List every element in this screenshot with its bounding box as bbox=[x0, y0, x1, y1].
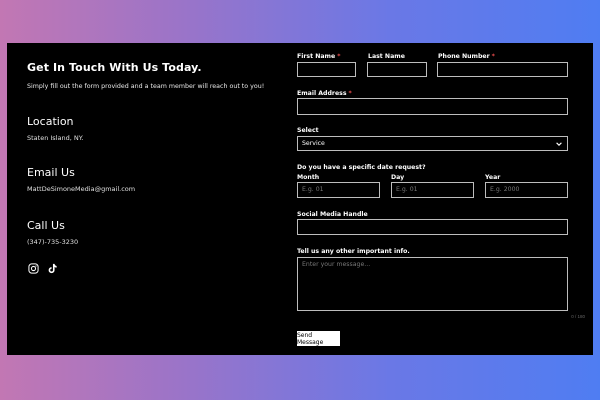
social-links bbox=[28, 261, 58, 274]
phone-label: Phone Number * bbox=[438, 53, 495, 60]
instagram-icon[interactable] bbox=[28, 261, 39, 274]
first-name-label: First Name * bbox=[297, 53, 341, 60]
message-textarea[interactable]: Enter your message... bbox=[297, 257, 568, 311]
contact-card: Get In Touch With Us Today. Simply fill … bbox=[7, 43, 593, 355]
email-title: Email Us bbox=[27, 166, 75, 179]
day-input[interactable]: E.g. 01 bbox=[391, 182, 474, 198]
day-label: Day bbox=[391, 174, 405, 181]
social-handle-label: Social Media Handle bbox=[297, 211, 368, 218]
call-value: (347)-735-3230 bbox=[27, 238, 79, 246]
character-counter: 0 / 180 bbox=[571, 314, 585, 319]
month-label: Month bbox=[297, 174, 320, 181]
first-name-input[interactable] bbox=[297, 62, 356, 77]
contact-form: First Name * Last Name Phone Number * Emai… bbox=[297, 43, 587, 355]
intro-text: Simply fill out the form provided and a … bbox=[27, 83, 265, 90]
email-input[interactable] bbox=[297, 98, 568, 115]
date-question: Do you have a specific date request? bbox=[297, 164, 426, 171]
page-title: Get In Touch With Us Today. bbox=[27, 61, 202, 74]
location-title: Location bbox=[27, 115, 74, 128]
email-value: MattDeSimoneMedia@gmail.com bbox=[27, 185, 136, 193]
last-name-label: Last Name bbox=[368, 53, 405, 60]
service-select[interactable]: Service bbox=[297, 136, 568, 151]
call-section: Call Us (347)-735-3230 bbox=[27, 219, 78, 246]
month-input[interactable]: E.g. 01 bbox=[297, 182, 380, 198]
social-handle-input[interactable] bbox=[297, 219, 568, 235]
location-value: Staten Island, NY. bbox=[27, 134, 84, 142]
service-select-value: Service bbox=[302, 140, 325, 147]
year-label: Year bbox=[485, 174, 501, 181]
select-label: Select bbox=[297, 127, 319, 134]
send-message-button[interactable]: Send Message bbox=[297, 331, 340, 346]
year-input[interactable]: E.g. 2000 bbox=[485, 182, 568, 198]
message-label: Tell us any other important info. bbox=[297, 248, 410, 255]
email-section: Email Us MattDeSimoneMedia@gmail.com bbox=[27, 166, 135, 193]
email-label: Email Address * bbox=[297, 90, 352, 97]
phone-input[interactable] bbox=[437, 62, 568, 77]
chevron-down-icon bbox=[556, 142, 562, 146]
call-title: Call Us bbox=[27, 219, 65, 232]
contact-info: Get In Touch With Us Today. Simply fill … bbox=[27, 61, 277, 90]
location-section: Location Staten Island, NY. bbox=[27, 115, 83, 142]
tiktok-icon[interactable] bbox=[47, 261, 58, 274]
last-name-input[interactable] bbox=[367, 62, 427, 77]
